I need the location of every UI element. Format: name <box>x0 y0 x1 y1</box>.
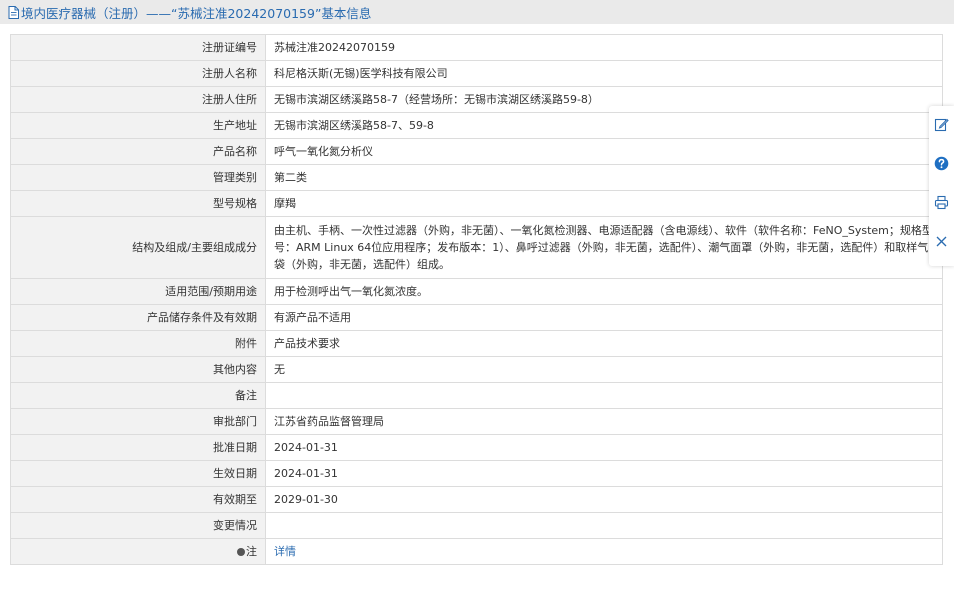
row-value: 呼气一氧化氮分析仪 <box>265 138 943 165</box>
row-label: 批准日期 <box>10 434 266 461</box>
table-row: 产品名称 呼气一氧化氮分析仪 <box>10 138 943 165</box>
row-label: 适用范围/预期用途 <box>10 278 266 305</box>
row-value <box>265 382 943 409</box>
close-button[interactable] <box>933 233 950 250</box>
edit-icon <box>934 118 949 132</box>
note-value-cell: 详情 <box>265 538 943 565</box>
print-icon <box>934 195 949 210</box>
note-label: 注 <box>246 545 257 558</box>
row-label: 备注 <box>10 382 266 409</box>
row-value: 用于检测呼出气一氧化氮浓度。 <box>265 278 943 305</box>
row-label: 变更情况 <box>10 512 266 539</box>
row-value: 摩羯 <box>265 190 943 217</box>
print-button[interactable] <box>933 194 950 211</box>
row-label: 附件 <box>10 330 266 357</box>
row-label: 审批部门 <box>10 408 266 435</box>
table-row: 注册证编号 苏械注准20242070159 <box>10 34 943 61</box>
row-value: 无 <box>265 356 943 383</box>
table-row: 有效期至 2029-01-30 <box>10 486 943 513</box>
row-label: 生效日期 <box>10 460 266 487</box>
table-row: 生效日期 2024-01-31 <box>10 460 943 487</box>
row-label: 其他内容 <box>10 356 266 383</box>
table-row: 结构及组成/主要组成成分 由主机、手柄、一次性过滤器（外购，非无菌）、一氧化氮检测… <box>10 216 943 279</box>
details-link[interactable]: 详情 <box>274 545 296 558</box>
table-row: 生产地址 无锡市滨湖区绣溪路58-7、59-8 <box>10 112 943 139</box>
table-row: 管理类别 第二类 <box>10 164 943 191</box>
row-value: 由主机、手柄、一次性过滤器（外购，非无菌）、一氧化氮检测器、电源适配器（含电源线… <box>265 216 943 279</box>
row-label: 产品储存条件及有效期 <box>10 304 266 331</box>
row-value: 第二类 <box>265 164 943 191</box>
row-value <box>265 512 943 539</box>
row-label: 注册人住所 <box>10 86 266 113</box>
row-value: 2024-01-31 <box>265 460 943 487</box>
row-label: 有效期至 <box>10 486 266 513</box>
row-value: 苏械注准20242070159 <box>265 34 943 61</box>
close-icon <box>936 236 947 247</box>
help-button[interactable] <box>933 155 950 172</box>
note-label-cell: 注 <box>10 538 266 565</box>
page-header: 境内医疗器械（注册）——“苏械注准20242070159”基本信息 <box>0 0 954 24</box>
row-label: 注册人名称 <box>10 60 266 87</box>
row-label: 管理类别 <box>10 164 266 191</box>
row-label: 注册证编号 <box>10 34 266 61</box>
header-title-wrap: 境内医疗器械（注册）——“苏械注准20242070159”基本信息 <box>0 3 371 22</box>
table-row: 批准日期 2024-01-31 <box>10 434 943 461</box>
detail-table: 注册证编号 苏械注准20242070159 注册人名称 科尼格沃斯(无锡)医学科技有… <box>10 34 943 565</box>
table-row: 变更情况 <box>10 512 943 539</box>
row-value: 2024-01-31 <box>265 434 943 461</box>
table-row: 其他内容无 <box>10 356 943 383</box>
table-row: 备注 <box>10 382 943 409</box>
row-value: 2029-01-30 <box>265 486 943 513</box>
table-row: 型号规格 摩羯 <box>10 190 943 217</box>
table-row: 注册人住所 无锡市滨湖区绣溪路58-7（经营场所：无锡市滨湖区绣溪路59-8） <box>10 86 943 113</box>
table-row: 附件 产品技术要求 <box>10 330 943 357</box>
table-row: 注册人名称 科尼格沃斯(无锡)医学科技有限公司 <box>10 60 943 87</box>
help-icon <box>934 156 949 171</box>
row-value: 科尼格沃斯(无锡)医学科技有限公司 <box>265 60 943 87</box>
row-label: 结构及组成/主要组成成分 <box>10 216 266 279</box>
pin-icon <box>237 548 245 556</box>
table-row: 产品储存条件及有效期 有源产品不适用 <box>10 304 943 331</box>
row-label: 型号规格 <box>10 190 266 217</box>
row-value: 无锡市滨湖区绣溪路58-7（经营场所：无锡市滨湖区绣溪路59-8） <box>265 86 943 113</box>
row-label: 产品名称 <box>10 138 266 165</box>
row-value: 江苏省药品监督管理局 <box>265 408 943 435</box>
row-value: 产品技术要求 <box>265 330 943 357</box>
note-row: 注 详情 <box>10 538 943 565</box>
edit-button[interactable] <box>933 116 950 133</box>
side-toolbar <box>929 106 954 266</box>
table-row: 适用范围/预期用途 用于检测呼出气一氧化氮浓度。 <box>10 278 943 305</box>
row-value: 无锡市滨湖区绣溪路58-7、59-8 <box>265 112 943 139</box>
row-label: 生产地址 <box>10 112 266 139</box>
document-icon <box>8 5 19 19</box>
page-title: 境内医疗器械（注册）——“苏械注准20242070159”基本信息 <box>21 5 372 21</box>
row-value: 有源产品不适用 <box>265 304 943 331</box>
table-row: 审批部门 江苏省药品监督管理局 <box>10 408 943 435</box>
